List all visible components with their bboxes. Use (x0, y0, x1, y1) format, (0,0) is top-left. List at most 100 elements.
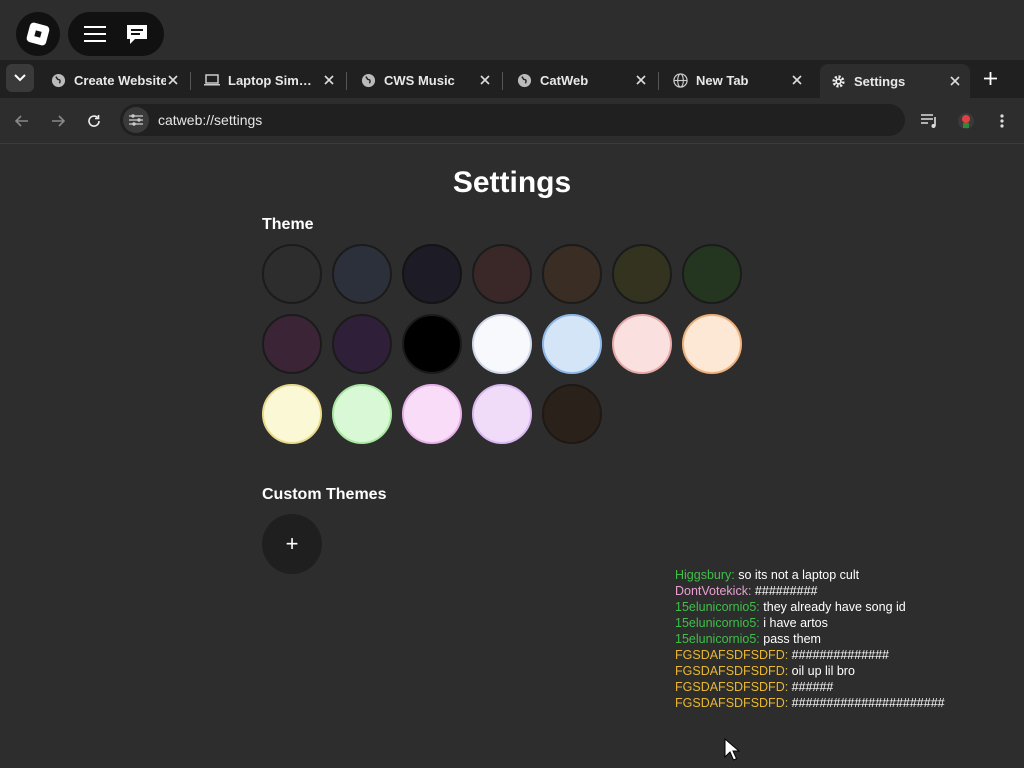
chat-message: FGSDAFSDFSDFD: oil up lil bro (675, 663, 945, 679)
theme-swatch-5[interactable] (542, 244, 602, 304)
tab-new-tab[interactable]: New Tab (662, 64, 812, 96)
chat-text: ############## (788, 648, 890, 662)
chat-message: 15elunicornio5: pass them (675, 631, 945, 647)
theme-swatch-17[interactable] (402, 384, 462, 444)
more-vertical-icon (1000, 114, 1004, 128)
chat-message: Higgsbury: so its not a laptop cult (675, 567, 945, 583)
theme-swatch-9[interactable] (332, 314, 392, 374)
close-tab-icon[interactable] (166, 73, 180, 87)
globe-icon (672, 72, 688, 88)
theme-swatch-3[interactable] (402, 244, 462, 304)
page-title: Settings (452, 166, 572, 199)
chat-message: 15elunicornio5: they already have song i… (675, 599, 945, 615)
hamburger-menu-button[interactable] (77, 16, 113, 52)
chat-message: DontVotekick: ######### (675, 583, 945, 599)
tab-label: CWS Music (384, 72, 455, 88)
add-custom-theme-button[interactable]: + (262, 514, 322, 574)
theme-swatch-4[interactable] (472, 244, 532, 304)
chat-username: 15elunicornio5: (675, 616, 760, 630)
chat-message: 15elunicornio5: i have artos (675, 615, 945, 631)
tab-label: Create Website (74, 72, 166, 88)
chat-text: they already have song id (759, 600, 906, 614)
theme-swatch-15[interactable] (262, 384, 322, 444)
avatar-icon (958, 113, 974, 129)
chat-username: 15elunicornio5: (675, 632, 760, 646)
theme-swatch-8[interactable] (262, 314, 322, 374)
tab-catweb[interactable]: CatWeb (506, 64, 656, 96)
close-tab-icon[interactable] (478, 73, 492, 87)
theme-swatch-7[interactable] (682, 244, 742, 304)
theme-swatch-2[interactable] (332, 244, 392, 304)
tab-strip: Create Website Laptop Sim… CWS Music Cat… (0, 60, 1024, 98)
chat-username: Higgsbury: (675, 568, 735, 582)
chat-text: ###### (788, 680, 834, 694)
theme-swatch-10[interactable] (402, 314, 462, 374)
reload-icon (88, 115, 100, 127)
close-tab-icon[interactable] (790, 73, 804, 87)
tab-laptop-sim[interactable]: Laptop Sim… (194, 64, 344, 96)
tab-cws-music[interactable]: CWS Music (350, 64, 500, 96)
chat-text: ###################### (788, 696, 945, 710)
chat-message: FGSDAFSDFSDFD: ############## (675, 647, 945, 663)
gear-icon (830, 73, 846, 89)
chat-username: FGSDAFSDFSDFD: (675, 664, 789, 678)
tab-label: CatWeb (540, 72, 589, 88)
site-settings-icon[interactable] (123, 107, 149, 133)
theme-swatch-18[interactable] (472, 384, 532, 444)
chat-message: FGSDAFSDFSDFD: ###################### (675, 695, 945, 711)
chat-text: i have artos (759, 616, 828, 630)
theme-swatch-6[interactable] (612, 244, 672, 304)
theme-swatch-1[interactable] (262, 244, 322, 304)
chat-username: DontVotekick: (675, 584, 752, 598)
chat-text: so its not a laptop cult (734, 568, 860, 582)
theme-swatch-13[interactable] (612, 314, 672, 374)
theme-swatch-12[interactable] (542, 314, 602, 374)
globe-icon (360, 72, 376, 88)
roblox-logo-button[interactable] (16, 12, 60, 56)
plus-icon: + (285, 531, 299, 556)
new-tab-button[interactable] (978, 66, 1002, 90)
hamburger-icon (84, 26, 106, 42)
chevron-down-icon (14, 74, 26, 82)
media-controls-button[interactable] (918, 109, 942, 133)
globe-icon (50, 72, 66, 88)
chat-toggle-button[interactable] (119, 16, 155, 52)
theme-swatch-11[interactable] (472, 314, 532, 374)
chat-text: ######### (751, 584, 818, 598)
reload-button[interactable] (82, 109, 106, 133)
tab-label: New Tab (696, 72, 749, 88)
chat-bubble-icon (127, 25, 147, 44)
roblox-logo-icon (25, 21, 51, 47)
tab-label: Laptop Sim… (228, 72, 312, 88)
close-tab-icon[interactable] (948, 74, 962, 88)
chat-text: oil up lil bro (788, 664, 855, 678)
mouse-cursor-icon (724, 738, 740, 761)
address-url: catweb://settings (158, 112, 263, 128)
chat-log: Higgsbury: so its not a laptop cult DontV… (675, 567, 945, 711)
tab-search-button[interactable] (6, 64, 34, 92)
browser-menu-button[interactable] (990, 109, 1014, 133)
theme-section-label: Theme (262, 216, 314, 233)
theme-swatch-14[interactable] (682, 314, 742, 374)
browser-toolbar: catweb://settings (0, 98, 1024, 144)
plus-icon (983, 71, 997, 85)
custom-themes-label: Custom Themes (262, 486, 387, 503)
chat-username: FGSDAFSDFSDFD: (675, 696, 789, 710)
close-tab-icon[interactable] (322, 73, 336, 87)
forward-button[interactable] (46, 109, 70, 133)
arrow-right-icon (52, 115, 65, 127)
queue-music-icon (921, 114, 936, 128)
roblox-menu-pill (68, 12, 164, 56)
theme-swatch-19[interactable] (542, 384, 602, 444)
close-tab-icon[interactable] (634, 73, 648, 87)
chat-username: FGSDAFSDFSDFD: (675, 648, 789, 662)
tab-create-website[interactable]: Create Website (40, 64, 188, 96)
profile-avatar-button[interactable] (954, 109, 978, 133)
back-button[interactable] (10, 109, 34, 133)
theme-swatch-16[interactable] (332, 384, 392, 444)
tab-settings[interactable]: Settings (820, 64, 970, 98)
arrow-left-icon (15, 115, 28, 127)
chat-username: FGSDAFSDFSDFD: (675, 680, 789, 694)
address-bar[interactable]: catweb://settings (120, 104, 905, 136)
chat-message: FGSDAFSDFSDFD: ###### (675, 679, 945, 695)
